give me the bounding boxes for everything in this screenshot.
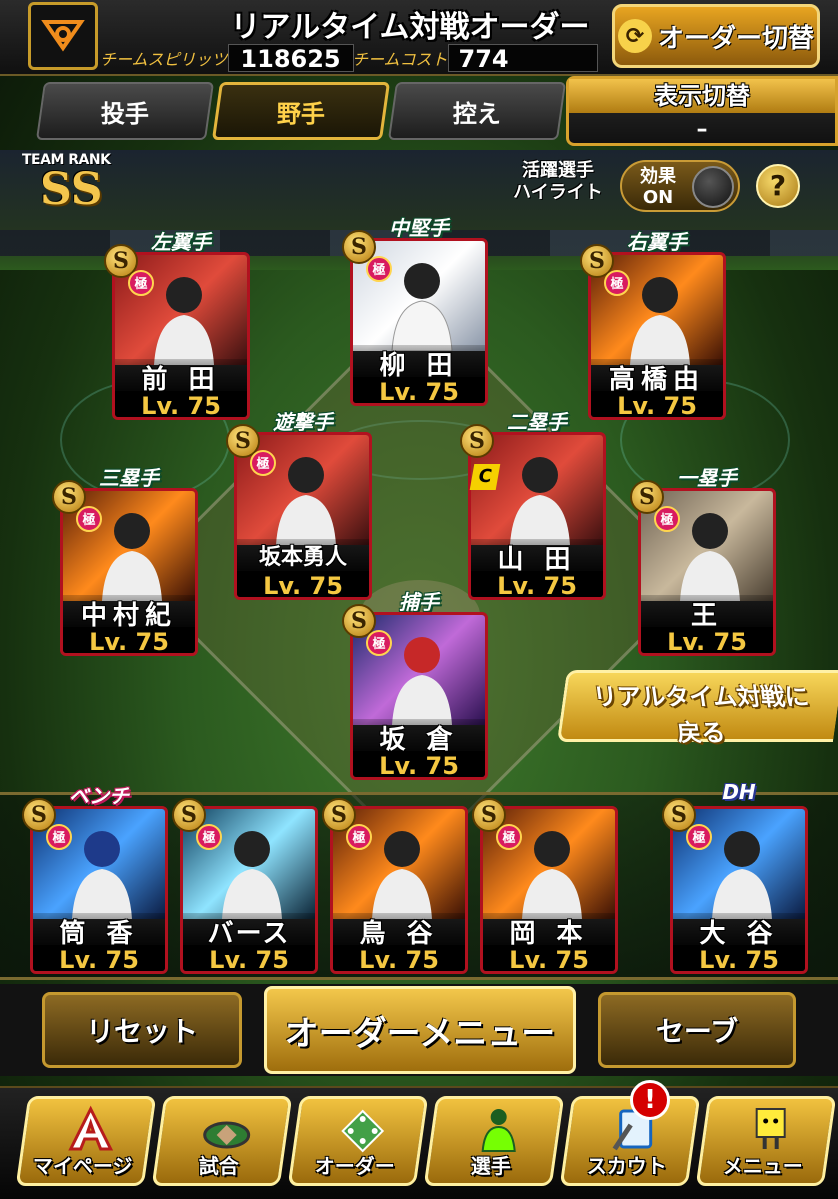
player-card-center-field[interactable]: 中堅手 柳 田 Lv. 75 S 極	[342, 216, 488, 406]
action-bar: リセット オーダーメニュー セーブ	[0, 984, 838, 1076]
rarity-badge: 極	[654, 506, 680, 532]
tab-pitcher[interactable]: 投手	[35, 82, 215, 140]
bench-card[interactable]: ベンチ 筒 香 Lv. 75 S 極	[22, 784, 168, 974]
s-rank-badge: S	[460, 424, 494, 458]
player-card-shortstop[interactable]: 遊撃手 坂本勇人 Lv. 75 S 極	[226, 410, 372, 600]
player-name: 山 田	[471, 539, 603, 575]
player-name: 高橋由	[591, 359, 723, 395]
player-card-first-base[interactable]: 一塁手 王 Lv. 75 S 極	[630, 466, 776, 656]
dh-label: DH	[722, 780, 756, 804]
toggle-knob	[692, 166, 734, 208]
team-rank: TEAM RANK SS	[22, 152, 132, 216]
order-switch-button[interactable]: ⟳ オーダー切替	[612, 4, 820, 68]
nav-order[interactable]: オーダー	[287, 1096, 429, 1186]
header-bar: リアルタイム対戦オーダー チームスピリッツ 118625 チームコスト 774 …	[0, 0, 838, 76]
player-name: 中村紀	[63, 595, 195, 631]
team-logo	[28, 2, 98, 70]
player-card-third-base[interactable]: 三塁手 中村紀 Lv. 75 S 極	[52, 466, 198, 656]
display-switch-value: –	[696, 117, 708, 142]
nav-match[interactable]: 試合	[151, 1096, 293, 1186]
rarity-badge: 極	[128, 270, 154, 296]
player-name: 鳥 谷	[333, 913, 465, 949]
bottom-nav: マイページ 試合 オーダー 選手 スカウト メニュー	[0, 1086, 838, 1199]
player-name: 王	[641, 595, 773, 631]
rarity-badge: 極	[76, 506, 102, 532]
nav-scout[interactable]: スカウト	[559, 1096, 701, 1186]
player-name: 坂本勇人	[237, 539, 369, 571]
rarity-badge: 極	[604, 270, 630, 296]
help-icon[interactable]: ?	[756, 164, 800, 208]
player-level: Lv. 75	[183, 945, 315, 971]
swap-icon: ⟳	[617, 19, 652, 53]
player-name: 筒 香	[33, 913, 165, 949]
player-level: Lv. 75	[641, 627, 773, 653]
display-switch-button[interactable]: 表示切替 –	[566, 76, 838, 146]
team-spirits-label: チームスピリッツ	[100, 50, 228, 69]
player-level: Lv. 75	[33, 945, 165, 971]
team-cost-value: 774	[447, 44, 598, 73]
player-level: Lv. 75	[63, 627, 195, 653]
team-cost-label: チームコスト	[352, 50, 448, 69]
player-level: Lv. 75	[333, 945, 465, 971]
player-level: Lv. 75	[673, 945, 805, 971]
team-spirits: チームスピリッツ 118625	[100, 44, 354, 73]
page-title: リアルタイム対戦オーダー	[230, 10, 590, 45]
highlight-label: 活躍選手 ハイライト	[513, 160, 603, 203]
rarity-badge: 極	[46, 824, 72, 850]
stadium-icon	[203, 1121, 251, 1149]
nav-menu[interactable]: メニュー	[695, 1096, 837, 1186]
tab-fielder[interactable]: 野手	[211, 82, 391, 140]
player-icon	[481, 1109, 516, 1152]
captain-badge: C	[469, 464, 501, 490]
player-level: Lv. 75	[353, 377, 485, 403]
menu-icon	[755, 1108, 786, 1149]
nav-players[interactable]: 選手	[423, 1096, 565, 1186]
player-level: Lv. 75	[591, 391, 723, 417]
save-button[interactable]: セーブ	[598, 992, 796, 1068]
reset-button[interactable]: リセット	[42, 992, 242, 1068]
rarity-badge: 極	[196, 824, 222, 850]
player-name: 前 田	[115, 359, 247, 395]
bench-card[interactable]: 鳥 谷 Lv. 75 S 極	[322, 798, 468, 974]
player-card-catcher[interactable]: 捕手 坂 倉 Lv. 75 S 極	[342, 590, 488, 780]
team-spirits-value: 118625	[227, 44, 354, 73]
player-name: 大 谷	[673, 913, 805, 949]
player-name: バース	[183, 913, 315, 949]
rarity-badge: 極	[366, 630, 392, 656]
rarity-badge: 極	[496, 824, 522, 850]
mypage-icon	[68, 1105, 114, 1151]
nav-mypage[interactable]: マイページ	[15, 1096, 157, 1186]
player-card-right-field[interactable]: 右翼手 高橋由 Lv. 75 S 極	[580, 230, 726, 420]
rarity-badge: 極	[686, 824, 712, 850]
rarity-badge: 極	[366, 256, 392, 282]
rarity-badge: 極	[250, 450, 276, 476]
order-menu-button[interactable]: オーダーメニュー	[264, 986, 576, 1074]
player-name: 坂 倉	[353, 719, 485, 755]
back-to-realtime-battle-button[interactable]: リアルタイム対戦に 戻る	[556, 670, 838, 747]
player-level: Lv. 75	[115, 391, 247, 417]
player-name: 柳 田	[353, 345, 485, 381]
team-cost: チームコスト 774	[352, 44, 598, 73]
order-switch-label: オーダー切替	[657, 23, 814, 54]
rarity-badge: 極	[346, 824, 372, 850]
player-level: Lv. 75	[483, 945, 615, 971]
highlight-toggle[interactable]: 効果 ON	[620, 160, 740, 212]
player-card-left-field[interactable]: 左翼手 前 田 Lv. 75 S 極	[104, 230, 250, 420]
player-level: Lv. 75	[353, 751, 485, 777]
player-card-second-base[interactable]: 二塁手 山 田 Lv. 75 S C	[460, 410, 606, 600]
player-level: Lv. 75	[471, 571, 603, 597]
team-rank-value: SS	[40, 164, 103, 215]
order-icon	[341, 1109, 385, 1153]
notification-badge: !	[630, 1080, 670, 1120]
bench-card-dh[interactable]: DH 大 谷 Lv. 75 S 極	[662, 780, 808, 974]
player-name: 岡 本	[483, 913, 615, 949]
tab-reserve[interactable]: 控え	[387, 82, 567, 140]
bench-card[interactable]: バース Lv. 75 S 極	[172, 798, 318, 974]
bench-card[interactable]: 岡 本 Lv. 75 S 極	[472, 798, 618, 974]
display-switch-title: 表示切替	[569, 79, 835, 113]
